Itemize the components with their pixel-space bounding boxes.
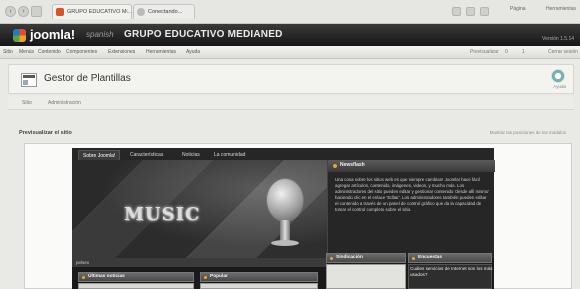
messages-count[interactable]: 0 bbox=[505, 49, 508, 55]
microphone-stand bbox=[280, 220, 290, 242]
page-menu[interactable]: Página bbox=[510, 6, 526, 12]
microphone-icon bbox=[266, 178, 304, 222]
browser-toolbar: ‹ › GRUPO EDUCATIVO M... × Conectando...… bbox=[0, 0, 580, 24]
joomla-favicon-icon bbox=[56, 8, 64, 16]
admin-header: joomla! spanish GRUPO EDUCATIVO MEDIANED… bbox=[0, 24, 580, 46]
screen: ‹ › GRUPO EDUCATIVO M... × Conectando...… bbox=[0, 0, 580, 289]
poll-title: Encuestas bbox=[418, 255, 442, 260]
bullet-icon bbox=[330, 257, 333, 260]
newsflash-body: Una cosa sobre los sitios web es que sie… bbox=[335, 177, 490, 212]
back-icon[interactable]: ‹ bbox=[5, 6, 16, 17]
latest-news-module-header: Últimas noticias bbox=[78, 272, 194, 282]
submenu: Sitio Administración bbox=[8, 96, 574, 110]
site-name: GRUPO EDUCATIVO MEDIANED bbox=[124, 29, 283, 40]
page-title: Gestor de Plantillas bbox=[44, 73, 131, 84]
feeds-icon[interactable] bbox=[466, 7, 475, 16]
latest-news-body bbox=[78, 283, 194, 289]
newsflash-module: Newsflash Una cosa sobre los sitios web … bbox=[327, 160, 495, 258]
site-nav: Sobre Joomla! Características Noticias L… bbox=[72, 148, 494, 160]
poll-question: Cuáles servicios de Internet son los más… bbox=[410, 266, 493, 277]
tools-menu[interactable]: Herramientas bbox=[546, 6, 576, 12]
menu-herramientas[interactable]: Herramientas bbox=[146, 49, 176, 55]
popular-title: Popular bbox=[210, 274, 228, 279]
popular-module-header: Popular bbox=[200, 272, 318, 282]
submenu-sitio[interactable]: Sitio bbox=[22, 100, 32, 106]
banner-footer: pelsex bbox=[72, 258, 327, 267]
newsflash-header: Newsflash bbox=[328, 160, 495, 172]
site-tab-community[interactable]: La comunidad bbox=[210, 150, 249, 160]
tab-grid-icon[interactable] bbox=[31, 6, 42, 17]
version-label: Versión 1.5.14 bbox=[542, 36, 574, 42]
site-tab-about[interactable]: Sobre Joomla! bbox=[78, 150, 121, 160]
banner-title: MUSIC bbox=[124, 204, 201, 225]
logout-link[interactable]: Cerrar sesión bbox=[548, 49, 578, 55]
forward-icon[interactable]: › bbox=[18, 6, 29, 17]
joomla-logo-icon bbox=[13, 29, 26, 42]
admin-menu-bar: Sitio Menús Contenido Componentes Extens… bbox=[0, 46, 580, 59]
menu-extensiones[interactable]: Extensiones bbox=[108, 49, 135, 55]
syndication-body bbox=[326, 264, 406, 289]
help-icon[interactable] bbox=[551, 69, 565, 83]
joomla-logo-subtitle: spanish bbox=[86, 30, 114, 39]
banner-footer-text: pelsex bbox=[76, 260, 90, 265]
poll-module-header: Encuestas bbox=[408, 253, 492, 263]
close-tab-icon[interactable]: × bbox=[124, 5, 128, 19]
home-icon[interactable] bbox=[452, 7, 461, 16]
preview-link[interactable]: Previsualizar bbox=[470, 49, 499, 55]
browser-tab-2[interactable]: Conectando... bbox=[133, 4, 195, 19]
bullet-icon bbox=[82, 276, 85, 279]
popular-body bbox=[200, 283, 318, 289]
submenu-administracion[interactable]: Administración bbox=[48, 100, 81, 106]
site-preview: Sobre Joomla! Características Noticias L… bbox=[72, 148, 495, 289]
menu-menus[interactable]: Menús bbox=[19, 49, 34, 55]
menu-contenido[interactable]: Contenido bbox=[38, 49, 61, 55]
menu-ayuda[interactable]: Ayuda bbox=[186, 49, 200, 55]
site-tab-news[interactable]: Noticias bbox=[178, 150, 204, 160]
bullet-icon bbox=[333, 164, 337, 168]
browser-tab-1[interactable]: GRUPO EDUCATIVO M... × bbox=[52, 4, 132, 19]
microphone-base bbox=[271, 240, 299, 246]
browser-tab-label: GRUPO EDUCATIVO M... bbox=[67, 9, 132, 15]
menu-componentes[interactable]: Componentes bbox=[66, 49, 97, 55]
latest-news-title: Últimas noticias bbox=[88, 274, 125, 279]
help-label[interactable]: Ayuda bbox=[553, 84, 566, 89]
bullet-icon bbox=[412, 257, 415, 260]
joomla-logo-text: joomla! bbox=[30, 27, 75, 42]
syndication-module-header: Sindicación bbox=[326, 253, 406, 263]
print-icon[interactable] bbox=[480, 7, 489, 16]
bullet-icon bbox=[204, 276, 207, 279]
page-toolbar: Gestor de Plantillas Ayuda bbox=[8, 64, 574, 94]
template-manager-icon bbox=[21, 73, 37, 87]
preview-section-label: Previsualizar el sitio bbox=[19, 130, 72, 136]
syndication-title: Sindicación bbox=[336, 255, 363, 260]
site-banner: MUSIC bbox=[72, 160, 327, 258]
browser-tab-label: Conectando... bbox=[148, 9, 183, 15]
site-tab-features[interactable]: Características bbox=[126, 150, 167, 160]
loading-icon bbox=[137, 8, 145, 16]
module-positions-link[interactable]: Mostrar las posiciones de los módulos bbox=[490, 130, 566, 135]
menu-sitio[interactable]: Sitio bbox=[3, 49, 13, 55]
users-count[interactable]: 1 bbox=[522, 49, 525, 55]
newsflash-title: Newsflash bbox=[340, 162, 365, 168]
